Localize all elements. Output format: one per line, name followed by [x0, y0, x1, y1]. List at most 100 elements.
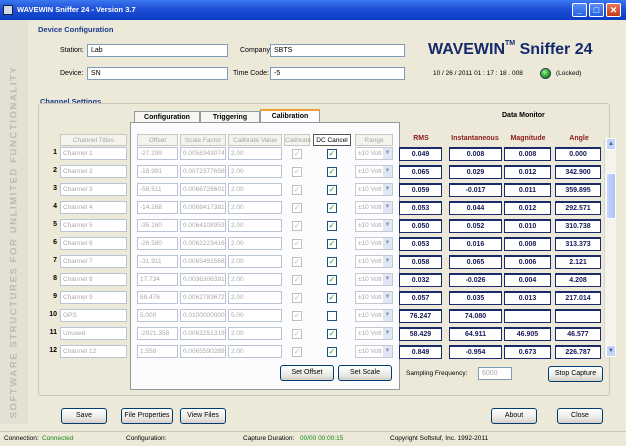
channel-scrollbar[interactable]: ▲ ▼ — [604, 138, 616, 357]
dc-cancel-checkbox[interactable]: ✓ — [327, 239, 337, 249]
scale-factor-input[interactable]: 0.0066726601 — [180, 183, 226, 196]
range-select[interactable]: ±10 Volt ▼ — [355, 237, 393, 250]
sampling-frequency-input[interactable]: 6000 — [478, 367, 512, 380]
calibrate-value-input[interactable]: 2.00 — [228, 219, 282, 232]
scale-factor-input[interactable]: 0.0065491568 — [180, 255, 226, 268]
offset-input[interactable]: -14.268 — [137, 201, 178, 214]
calibrate-checkbox[interactable]: ✓ — [292, 167, 302, 177]
range-select[interactable]: ±10 Volt ▼ — [355, 219, 393, 232]
channel-title-input[interactable]: Channel 9 — [60, 291, 127, 304]
range-select[interactable]: ±10 Volt ▼ — [355, 273, 393, 286]
timecode-input[interactable]: -5 — [270, 67, 405, 80]
scale-factor-input[interactable]: 0.0072377658 — [180, 165, 226, 178]
scale-factor-input[interactable]: 0.0062223416 — [180, 237, 226, 250]
channel-title-input[interactable]: Channel 3 — [60, 183, 127, 196]
calibrate-value-input[interactable]: 2.00 — [228, 291, 282, 304]
calibrate-value-input[interactable]: 2.00 — [228, 345, 282, 358]
dc-cancel-checkbox[interactable]: ✓ — [327, 149, 337, 159]
calibrate-value-input[interactable]: 2.00 — [228, 237, 282, 250]
channel-title-input[interactable]: Channel 8 — [60, 273, 127, 286]
offset-input[interactable]: -2921.358 — [137, 327, 178, 340]
stop-capture-button[interactable]: Stop Capture — [548, 366, 603, 382]
scale-factor-input[interactable]: 0.0100000000 — [180, 309, 226, 322]
dc-cancel-checkbox[interactable]: ✓ — [327, 275, 337, 285]
calibrate-value-input[interactable]: 2.00 — [228, 273, 282, 286]
range-select[interactable]: ±10 Volt ▼ — [355, 165, 393, 178]
dc-cancel-checkbox[interactable]: ✓ — [327, 167, 337, 177]
calibrate-value-input[interactable]: 2.00 — [228, 147, 282, 160]
channel-title-input[interactable]: Channel 12 — [60, 345, 127, 358]
channel-title-input[interactable]: Unused — [60, 327, 127, 340]
set-scale-button[interactable]: Set Scale — [338, 365, 392, 381]
set-offset-button[interactable]: Set Offset — [280, 365, 334, 381]
file-properties-button[interactable]: File Properties — [121, 408, 173, 424]
view-files-button[interactable]: View Files — [180, 408, 226, 424]
scale-factor-input[interactable]: 0.0063251319 — [180, 327, 226, 340]
scale-factor-input[interactable]: 0.0062783672 — [180, 291, 226, 304]
channel-title-input[interactable]: Channel 5 — [60, 219, 127, 232]
calibrate-checkbox[interactable]: ✓ — [292, 239, 302, 249]
scale-factor-input[interactable]: 0.0036306391 — [180, 273, 226, 286]
offset-input[interactable]: -31.911 — [137, 255, 178, 268]
calibrate-checkbox[interactable]: ✓ — [292, 149, 302, 159]
maximize-button[interactable]: □ — [589, 3, 604, 17]
channel-title-input[interactable]: Channel 2 — [60, 165, 127, 178]
offset-input[interactable]: -18.991 — [137, 165, 178, 178]
channel-title-input[interactable]: Channel 7 — [60, 255, 127, 268]
offset-input[interactable]: 1.558 — [137, 345, 178, 358]
calibrate-checkbox[interactable]: ✓ — [292, 221, 302, 231]
dc-cancel-checkbox[interactable]: ✓ — [327, 185, 337, 195]
channel-title-input[interactable]: GPS — [60, 309, 127, 322]
scroll-thumb[interactable] — [606, 173, 616, 219]
dc-cancel-checkbox[interactable]: ✓ — [327, 221, 337, 231]
calibrate-value-input[interactable]: 2.00 — [228, 327, 282, 340]
scale-factor-input[interactable]: 0.0065590289 — [180, 345, 226, 358]
range-select[interactable]: ±10 Volt ▼ — [355, 309, 393, 322]
calibrate-checkbox[interactable]: ✓ — [292, 347, 302, 357]
calibrate-value-input[interactable]: 2.00 — [228, 165, 282, 178]
close-window-button[interactable]: ✕ — [606, 3, 621, 17]
calibrate-checkbox[interactable]: ✓ — [292, 203, 302, 213]
calibrate-checkbox[interactable]: ✓ — [292, 257, 302, 267]
offset-input[interactable]: -35.160 — [137, 219, 178, 232]
tab-calibration[interactable]: Calibration — [260, 109, 320, 123]
company-input[interactable]: SBTS — [270, 44, 405, 57]
offset-input[interactable]: 5.000 — [137, 309, 178, 322]
offset-input[interactable]: -26.580 — [137, 237, 178, 250]
range-select[interactable]: ±10 Volt ▼ — [355, 255, 393, 268]
scale-factor-input[interactable]: 0.0064108953 — [180, 219, 226, 232]
offset-input[interactable]: -58.511 — [137, 183, 178, 196]
range-select[interactable]: ±10 Volt ▼ — [355, 201, 393, 214]
dc-cancel-checkbox[interactable]: ✓ — [327, 329, 337, 339]
dc-cancel-checkbox[interactable]: ✓ — [327, 347, 337, 357]
minimize-button[interactable]: _ — [572, 3, 587, 17]
calibrate-checkbox[interactable]: ✓ — [292, 311, 302, 321]
scroll-up-icon[interactable]: ▲ — [606, 138, 616, 150]
channel-title-input[interactable]: Channel 4 — [60, 201, 127, 214]
save-button[interactable]: Save — [61, 408, 107, 424]
dc-cancel-checkbox[interactable]: ✓ — [327, 257, 337, 267]
scroll-down-icon[interactable]: ▼ — [606, 345, 616, 357]
range-select[interactable]: ±10 Volt ▼ — [355, 291, 393, 304]
device-input[interactable]: SN — [87, 67, 228, 80]
range-select[interactable]: ±10 Volt ▼ — [355, 183, 393, 196]
station-input[interactable]: Lab — [87, 44, 228, 57]
dc-cancel-checkbox[interactable]: ✓ — [327, 293, 337, 303]
calibrate-checkbox[interactable]: ✓ — [292, 275, 302, 285]
offset-input[interactable]: 68.476 — [137, 291, 178, 304]
close-button[interactable]: Close — [557, 408, 603, 424]
channel-title-input[interactable]: Channel 1 — [60, 147, 127, 160]
scale-factor-input[interactable]: 0.0068417381 — [180, 201, 226, 214]
calibrate-checkbox[interactable]: ✓ — [292, 329, 302, 339]
calibrate-value-input[interactable]: 5.00 — [228, 309, 282, 322]
calibrate-checkbox[interactable]: ✓ — [292, 293, 302, 303]
channel-title-input[interactable]: Channel 6 — [60, 237, 127, 250]
calibrate-value-input[interactable]: 2.00 — [228, 183, 282, 196]
about-button[interactable]: About — [491, 408, 537, 424]
calibrate-value-input[interactable]: 2.00 — [228, 201, 282, 214]
range-select[interactable]: ±10 Volt ▼ — [355, 327, 393, 340]
offset-input[interactable]: 17.734 — [137, 273, 178, 286]
dc-cancel-checkbox[interactable] — [327, 311, 337, 321]
offset-input[interactable]: -27.299 — [137, 147, 178, 160]
dc-cancel-checkbox[interactable]: ✓ — [327, 203, 337, 213]
